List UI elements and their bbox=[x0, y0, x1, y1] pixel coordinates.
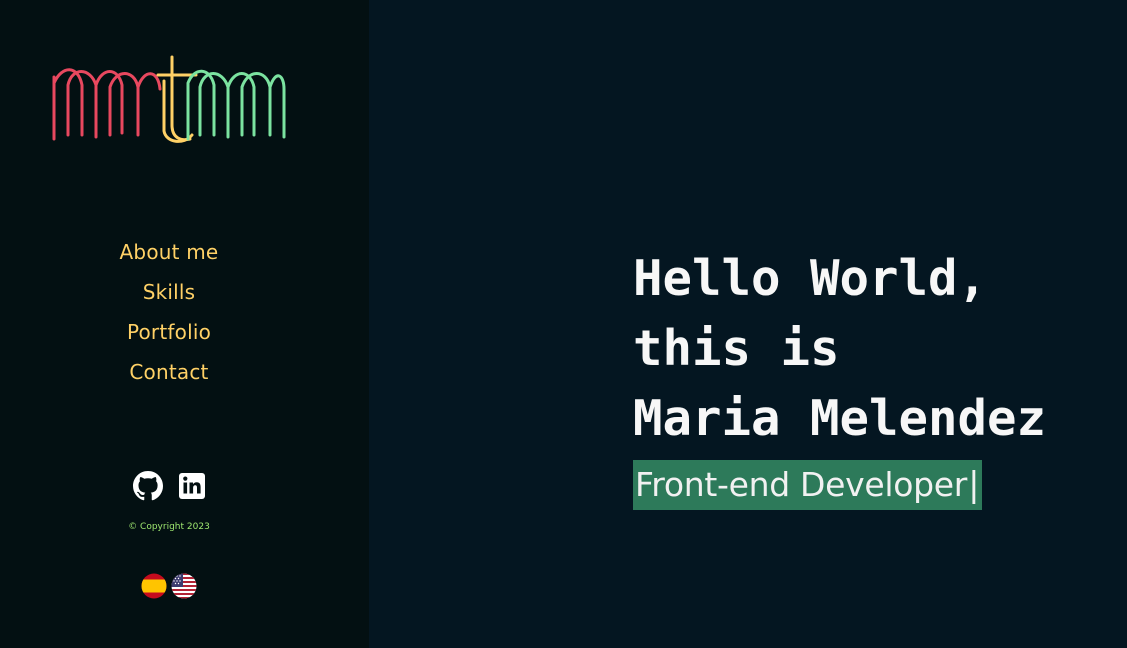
hero-name: Maria Melendez bbox=[633, 390, 1047, 447]
hero-intro: this is bbox=[633, 320, 840, 377]
page: About me Skills Portfolio Contact © Copy… bbox=[0, 0, 1127, 648]
copyright-text: © Copyright 2023 bbox=[128, 522, 210, 532]
github-link[interactable] bbox=[133, 471, 163, 501]
usa-flag-icon bbox=[171, 573, 197, 599]
sidebar: About me Skills Portfolio Contact © Copy… bbox=[0, 0, 369, 648]
english-language-button[interactable] bbox=[171, 573, 197, 599]
social-links bbox=[133, 471, 207, 501]
hero-greeting: Hello World, bbox=[633, 250, 988, 307]
main-content: Hello World, this is Maria Melendez Fron… bbox=[369, 0, 1127, 648]
github-icon bbox=[133, 471, 163, 501]
linkedin-icon bbox=[179, 473, 205, 499]
spain-flag-icon bbox=[141, 573, 167, 599]
language-switcher bbox=[141, 573, 197, 599]
linkedin-link[interactable] bbox=[177, 471, 207, 501]
spanish-language-button[interactable] bbox=[141, 573, 167, 599]
site-logo[interactable] bbox=[52, 55, 288, 147]
hero-role: Front-end Developer bbox=[635, 465, 968, 504]
hero: Hello World, this is Maria Melendez Fron… bbox=[633, 244, 1046, 510]
typing-cursor: | bbox=[968, 465, 980, 505]
nav-about-me[interactable]: About me bbox=[120, 232, 219, 272]
role-highlight: Front-end Developer| bbox=[633, 460, 982, 510]
nav-skills[interactable]: Skills bbox=[143, 272, 196, 312]
nav-portfolio[interactable]: Portfolio bbox=[127, 312, 211, 352]
main-nav: About me Skills Portfolio Contact bbox=[0, 232, 338, 392]
nav-contact[interactable]: Contact bbox=[129, 352, 208, 392]
